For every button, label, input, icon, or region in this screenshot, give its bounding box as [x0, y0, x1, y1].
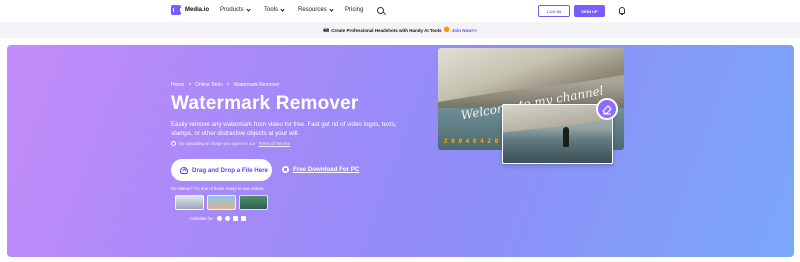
media-io-logo-icon [171, 5, 181, 15]
nav-tools[interactable]: Tools [264, 6, 285, 13]
shield-icon [171, 141, 176, 146]
terms-of-service-link[interactable]: Terms of Service [258, 141, 290, 146]
top-navbar: Media.io Products Tools Resources Pricin… [0, 0, 800, 22]
windows-icon [282, 166, 289, 173]
camera-icon: 📷 [322, 27, 330, 33]
search-icon[interactable] [377, 7, 384, 14]
hero-section: Home > Online Tools > Watermark Remover … [7, 45, 794, 257]
breadcrumb-online-tools[interactable]: Online Tools [195, 82, 222, 88]
terms-notice: By uploading an image you agree to our T… [171, 141, 290, 146]
login-button[interactable]: LOG IN [538, 5, 570, 17]
eraser-glyph [602, 105, 612, 115]
brand-logo[interactable]: Media.io [171, 5, 209, 15]
breadcrumb-current: Watermark Remover [233, 82, 280, 88]
windows-icon[interactable] [232, 216, 238, 221]
download-pc-link[interactable]: Free Download For PC [282, 166, 359, 173]
bell-icon[interactable] [619, 7, 625, 15]
mac-icon[interactable] [240, 216, 246, 221]
promo-banner: 📷 Create Professional Headshots with Han… [0, 22, 800, 38]
breadcrumb-home[interactable]: Home [171, 82, 184, 88]
page-title: Watermark Remover [171, 93, 359, 114]
nav-products[interactable]: Products [220, 6, 251, 13]
promo-text: Create Professional Headshots with Handy… [331, 27, 442, 33]
nav-pricing-label: Pricing [345, 7, 364, 13]
brand-name: Media.io [185, 7, 210, 13]
breadcrumb-separator: > [188, 82, 192, 88]
page-description: Easily remove any watermark from video f… [171, 121, 397, 137]
upload-button[interactable]: Drag and Drop a File Here [171, 159, 272, 181]
promo-join-link[interactable]: Join Now>> [452, 28, 477, 33]
eraser-icon [596, 98, 618, 120]
breadcrumb: Home > Online Tools > Watermark Remover [171, 82, 280, 88]
sparkle-icon: 🟠 [443, 27, 450, 33]
cloud-upload-icon [180, 166, 188, 174]
chevron-down-icon [280, 6, 285, 12]
nav-tools-label: Tools [264, 7, 279, 13]
chevron-down-icon [329, 6, 334, 12]
available-platforms: Available for: [189, 216, 246, 221]
signup-button[interactable]: SIGN UP [574, 5, 605, 17]
nav-resources[interactable]: Resources [298, 6, 334, 13]
available-label: Available for: [189, 216, 214, 221]
samples-label: No videos? Try one of these ready-to-use… [171, 186, 264, 191]
download-pc-label: Free Download For PC [293, 166, 360, 173]
nav-pricing[interactable]: Pricing [345, 7, 363, 13]
breadcrumb-separator: > [226, 82, 230, 88]
terms-prefix: By uploading an image you agree to our [179, 141, 256, 146]
sample-video-thumbnail[interactable] [239, 195, 268, 210]
upload-button-label: Drag and Drop a File Here [192, 166, 268, 174]
apple-icon[interactable] [224, 216, 230, 221]
person-figure [563, 127, 569, 147]
sample-video-thumbnail[interactable] [175, 195, 204, 210]
nav-products-label: Products [220, 7, 244, 13]
sample-video-thumbnail[interactable] [207, 195, 236, 210]
chevron-down-icon [246, 6, 251, 12]
cloud-icon[interactable] [216, 216, 222, 221]
nav-resources-label: Resources [298, 7, 327, 13]
